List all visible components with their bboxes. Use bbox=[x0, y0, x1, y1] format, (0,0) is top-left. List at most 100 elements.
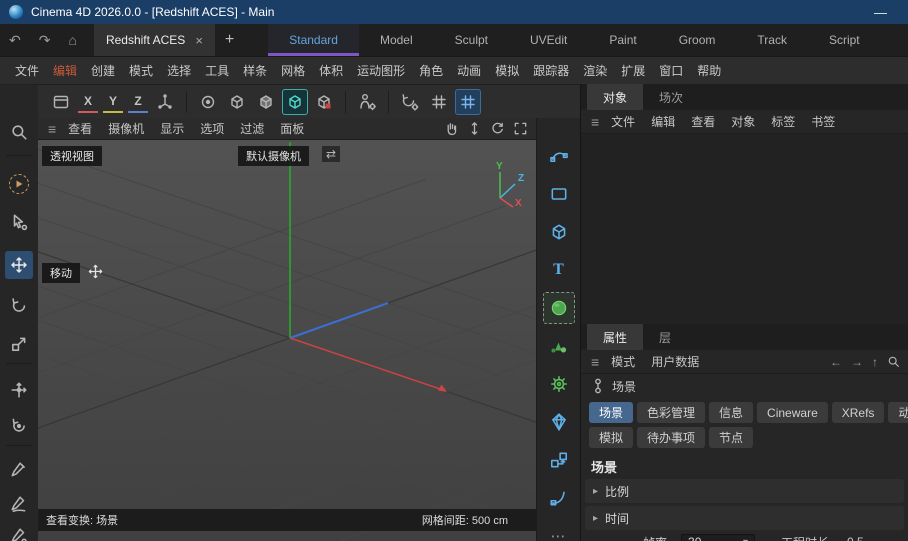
attribute-hamburger-icon[interactable]: ≡ bbox=[587, 354, 603, 370]
object-list[interactable] bbox=[581, 134, 908, 324]
connector-icon[interactable] bbox=[543, 444, 575, 476]
layout-tab-paint[interactable]: Paint bbox=[588, 24, 657, 56]
menu-help[interactable]: 帮助 bbox=[690, 62, 728, 79]
group-time[interactable]: ▸ 时间 bbox=[585, 506, 904, 530]
om-menu-edit[interactable]: 编辑 bbox=[643, 113, 683, 130]
tab-objects[interactable]: 对象 bbox=[587, 84, 643, 110]
dolly-view-icon[interactable] bbox=[467, 121, 482, 136]
layout-tab-sculpt[interactable]: Sculpt bbox=[434, 24, 509, 56]
orbit-view-icon[interactable] bbox=[490, 121, 505, 136]
viewport-menu-camera[interactable]: 摄像机 bbox=[100, 120, 152, 137]
viewport-menu-options[interactable]: 选项 bbox=[192, 120, 232, 137]
attr-tab-scene[interactable]: 场景 bbox=[589, 402, 633, 423]
om-menu-bookmarks[interactable]: 书签 bbox=[803, 113, 843, 130]
axis-rotate-icon[interactable] bbox=[6, 413, 32, 439]
layout-tab-standard[interactable]: Standard bbox=[268, 24, 359, 56]
object-manager-hamburger-icon[interactable]: ≡ bbox=[587, 114, 603, 130]
live-selection-icon[interactable] bbox=[6, 171, 32, 197]
menu-window[interactable]: 窗口 bbox=[652, 62, 690, 79]
menu-file[interactable]: 文件 bbox=[8, 62, 46, 79]
history-back-icon[interactable]: ← bbox=[830, 355, 842, 369]
attr-menu-mode[interactable]: 模式 bbox=[603, 353, 643, 370]
history-forward-icon[interactable]: → bbox=[851, 355, 863, 369]
view-name-label[interactable]: 透视视图 bbox=[42, 146, 102, 166]
attr-tab-animation[interactable]: 动画 bbox=[888, 402, 908, 423]
layout-tab-model[interactable]: Model bbox=[359, 24, 434, 56]
attr-tab-nodes[interactable]: 节点 bbox=[709, 427, 753, 448]
close-tab-icon[interactable]: × bbox=[195, 33, 203, 48]
viewport-menu-panel[interactable]: 面板 bbox=[272, 120, 312, 137]
move-tool-icon[interactable] bbox=[5, 251, 33, 279]
parent-up-icon[interactable]: ↑ bbox=[872, 355, 878, 369]
menu-mograph[interactable]: 运动图形 bbox=[350, 62, 412, 79]
menu-volume[interactable]: 体积 bbox=[312, 62, 350, 79]
menu-spline[interactable]: 样条 bbox=[236, 62, 274, 79]
menu-extensions[interactable]: 扩展 bbox=[614, 62, 652, 79]
home-button[interactable]: ⌂ bbox=[59, 32, 85, 48]
om-menu-view[interactable]: 查看 bbox=[683, 113, 723, 130]
menu-select[interactable]: 选择 bbox=[160, 62, 198, 79]
modeling-axis-icon[interactable] bbox=[195, 89, 221, 115]
menu-character[interactable]: 角色 bbox=[412, 62, 450, 79]
fps-field[interactable]: 30 ▾ bbox=[681, 534, 755, 541]
mode-cube-solid-icon[interactable] bbox=[253, 89, 279, 115]
sphere-generator-icon[interactable] bbox=[543, 292, 575, 324]
mode-cube-outline-icon[interactable] bbox=[224, 89, 250, 115]
axis-move-icon[interactable] bbox=[6, 377, 32, 403]
hand-pan-icon[interactable] bbox=[444, 121, 459, 136]
search-icon[interactable] bbox=[6, 119, 32, 145]
layout-tab-script[interactable]: Script bbox=[808, 24, 881, 56]
group-scale[interactable]: ▸ 比例 bbox=[585, 479, 904, 503]
menu-mesh[interactable]: 网格 bbox=[274, 62, 312, 79]
grid-snap-icon[interactable] bbox=[426, 89, 452, 115]
cube-primitive-icon[interactable] bbox=[543, 216, 575, 248]
attr-tab-info[interactable]: 信息 bbox=[709, 402, 753, 423]
grid-snap-active-icon[interactable] bbox=[455, 89, 481, 115]
menu-animate[interactable]: 动画 bbox=[450, 62, 488, 79]
tweak-tool-icon[interactable] bbox=[6, 209, 32, 235]
undo-button[interactable]: ↶ bbox=[0, 32, 30, 49]
om-menu-file[interactable]: 文件 bbox=[603, 113, 643, 130]
axis-lock-y-button[interactable]: Y bbox=[103, 91, 123, 113]
menu-tracker[interactable]: 跟踪器 bbox=[526, 62, 576, 79]
document-tab[interactable]: Redshift ACES × bbox=[94, 24, 215, 56]
rotate-gear-icon[interactable] bbox=[397, 89, 423, 115]
more-tools-icon[interactable]: ⋯ bbox=[543, 520, 575, 541]
toggle-views-icon[interactable] bbox=[513, 121, 528, 136]
om-menu-tags[interactable]: 标签 bbox=[763, 113, 803, 130]
layout-tab-uvedit[interactable]: UVEdit bbox=[509, 24, 588, 56]
attr-tab-todo[interactable]: 待办事项 bbox=[637, 427, 705, 448]
menu-simulate[interactable]: 模拟 bbox=[488, 62, 526, 79]
viewport-canvas[interactable]: 透视视图 默认摄像机 ⇄ Y Z X 移动 bbox=[38, 140, 536, 541]
mode-cube-red-icon[interactable] bbox=[311, 89, 337, 115]
primitive-group-icon[interactable] bbox=[543, 330, 575, 362]
layout-tab-groom[interactable]: Groom bbox=[658, 24, 737, 56]
menu-mode[interactable]: 模式 bbox=[122, 62, 160, 79]
attr-tab-color-management[interactable]: 色彩管理 bbox=[637, 402, 705, 423]
viewport-menu-view[interactable]: 查看 bbox=[60, 120, 100, 137]
attr-tab-simulation[interactable]: 模拟 bbox=[589, 427, 633, 448]
menu-tools[interactable]: 工具 bbox=[198, 62, 236, 79]
axis-lock-z-button[interactable]: Z bbox=[128, 91, 148, 113]
tab-layers[interactable]: 层 bbox=[643, 324, 687, 350]
coordinate-system-icon[interactable] bbox=[152, 89, 178, 115]
pen-tool-icon[interactable] bbox=[6, 457, 32, 483]
mode-cube-active-icon[interactable] bbox=[282, 89, 308, 115]
attr-tab-cineware[interactable]: Cineware bbox=[757, 402, 828, 423]
gear-generator-icon[interactable] bbox=[543, 368, 575, 400]
viewport-menu-filter[interactable]: 过滤 bbox=[232, 120, 272, 137]
viewport-hamburger-icon[interactable]: ≡ bbox=[44, 121, 60, 137]
viewport-menu-display[interactable]: 显示 bbox=[152, 120, 192, 137]
menu-render[interactable]: 渲染 bbox=[576, 62, 614, 79]
sketch-pen-icon[interactable] bbox=[6, 491, 32, 517]
attr-tab-xrefs[interactable]: XRefs bbox=[832, 402, 885, 423]
minimize-button[interactable]: — bbox=[862, 5, 899, 20]
attribute-search-icon[interactable] bbox=[887, 355, 900, 368]
camera-name-label[interactable]: 默认摄像机 bbox=[238, 146, 309, 166]
scale-tool-icon[interactable] bbox=[6, 331, 32, 357]
deformer-bend-icon[interactable] bbox=[543, 482, 575, 514]
rotate-tool-icon[interactable] bbox=[6, 293, 32, 319]
redo-button[interactable]: ↷ bbox=[30, 32, 60, 49]
camera-swap-icon[interactable]: ⇄ bbox=[322, 146, 340, 162]
axis-lock-x-button[interactable]: X bbox=[78, 91, 98, 113]
